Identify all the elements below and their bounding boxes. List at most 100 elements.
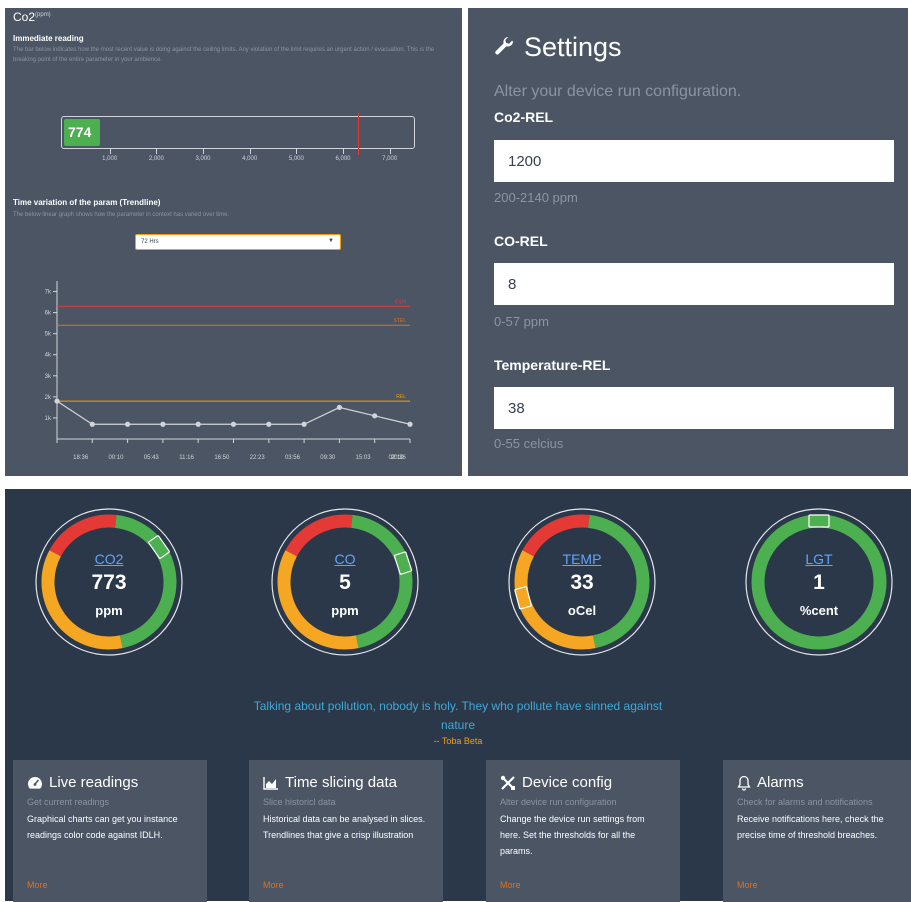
co-rel-input[interactable] [494,263,894,305]
wrench-icon [495,36,513,54]
scale-tick [389,149,391,154]
trendline-chart: 1k 2k 3k 4k 5k 6k 7k 18:36 00:10 05:43 11:16 16:50 2… [45,281,413,461]
trend-point [54,398,60,404]
trend-point [266,421,272,427]
gauge-co2-unit: ppm [95,603,123,618]
dashboard-icon [28,776,42,789]
card-alarms-title: Alarms [737,774,903,791]
co-rel-hint: 0-57 ppm [494,314,549,329]
immediate-reading-heading: Immediate reading [13,34,84,43]
trend-point [195,421,201,427]
trend-point [89,421,95,427]
card-time-slicing: Time slicing data Slice historicl data H… [249,760,443,902]
card-device-config-title-text: Device config [522,774,613,791]
tools-icon [500,775,515,790]
scale-tick [156,149,158,154]
scale-tick [109,149,111,154]
co2-title-text: Co2 [13,10,36,24]
gauge-co2: CO2 773 ppm [34,507,184,657]
card-time-slicing-more-link[interactable]: More [263,880,284,890]
trend-point [230,421,237,427]
card-live-readings: Live readings Get current readings Graph… [13,760,207,902]
card-alarms-title-text: Alarms [757,774,804,791]
gauge-segment [49,514,117,557]
quote-body: Talking about pollution, nobody is holy.… [253,699,663,732]
x-tick-label: 15:03 [356,455,372,461]
co2-panel: Co2(ppm) Immediate reading The bar below… [5,8,462,476]
gauge-co2-value: 773 [91,571,127,594]
time-range-select[interactable]: 72 Hrs ▼ [135,234,341,250]
x-tick-label: 11:16 [179,455,194,461]
time-range-select-value: 72 Hrs [141,239,159,245]
immediate-reading-desc: The bar below indicates how the most rec… [13,47,435,63]
card-device-config: Device config Alter device run configura… [486,760,680,902]
settings-title-text: Settings [524,32,622,62]
trendline-desc: The below linear graph shows how the par… [13,212,230,218]
settings-subtitle: Alter your device run configuration. [494,83,742,100]
x-tick-label: 03:56 [285,455,301,461]
scale-tick-label: 4,000 [242,156,258,162]
card-alarms-subtitle: Check for alarms and notifications [737,797,873,807]
settings-title: Settings [492,32,622,63]
threshold-label: IDLH [395,299,407,305]
co2-title: Co2(ppm) [13,10,51,24]
gauge-co2-link[interactable]: CO2 [34,551,184,567]
x-tick-label: 22:23 [250,455,266,461]
card-live-readings-body: Graphical charts can get you instance re… [27,814,178,840]
co2-title-unit: (ppm) [35,12,51,18]
trend-point [125,421,131,427]
scale-tick [343,149,344,154]
trend-point [336,404,342,410]
card-time-slicing-title: Time slicing data [263,774,429,791]
card-live-readings-title-text: Live readings [49,774,139,791]
dashboard-panel: CO2 773 ppm CO 5 ppm TEMP 33 oCel LGT 1 … [5,489,911,902]
card-live-readings-more-link[interactable]: More [27,880,48,890]
quote-text: Talking about pollution, nobody is holy.… [5,697,911,735]
trend-line [56,400,411,425]
x-tick-label: 16:50 [214,455,230,461]
reading-bar: 774 [61,113,415,155]
scale-tick-label: 1,000 [102,156,118,162]
gauge-temp-link[interactable]: TEMP [507,551,657,567]
card-device-config-subtitle: Alter device run configuration [500,797,617,807]
settings-panel: Settings Alter your device run configura… [468,8,908,476]
card-time-slicing-body: Historical data can be analysed in slice… [263,814,426,840]
gauge-co-link[interactable]: CO [270,551,420,567]
x-tick-label: 09:30 [320,455,336,461]
card-device-config-more-link[interactable]: More [500,880,521,890]
gauge-lgt-link[interactable]: LGT [744,551,894,567]
gauge-temp: TEMP 33 oCel [507,507,657,657]
y-tick-label: 1k [45,416,52,422]
temperature-rel-hint: 0-55 celcius [494,436,564,451]
reading-bar-scale: 1,000 2,000 3,000 4,000 5,000 6,000 7,000 [61,149,415,167]
y-tick-label: 6k [45,311,52,317]
threshold-label: REL [396,394,406,400]
card-live-readings-title: Live readings [27,774,193,791]
trend-point [407,421,413,427]
gauge-temp-value: 33 [570,571,594,594]
temperature-rel-input[interactable] [494,387,894,429]
scale-tick-label: 2,000 [148,156,164,162]
gauge-segment [522,514,590,557]
gauge-lgt-unit: %cent [799,603,839,618]
trendline-heading: Time variation of the param (Trendline) [13,198,161,207]
trend-point [160,421,166,427]
co2-rel-input[interactable] [494,140,894,182]
x-tick-label: 18:36 [73,455,89,461]
scale-tick-label: 3,000 [195,156,211,162]
y-tick-label: 7k [45,290,52,296]
quote-author: -- Toba Beta [433,736,483,746]
gauge-segment [285,514,353,557]
bell-icon [737,775,751,791]
card-live-readings-subtitle: Get current readings [27,797,110,807]
scale-tick [249,149,251,154]
scale-tick-label: 7,000 [382,156,398,162]
scale-tick [296,149,298,154]
gauge-co: CO 5 ppm [270,507,420,657]
card-alarms-more-link[interactable]: More [737,880,758,890]
trend-point [372,413,378,419]
threshold-label: STEL [393,318,406,324]
card-alarms-body: Receive notifications here, check the pr… [737,814,884,840]
gauge-co-value: 5 [339,571,351,594]
y-tick-label: 5k [45,332,52,338]
